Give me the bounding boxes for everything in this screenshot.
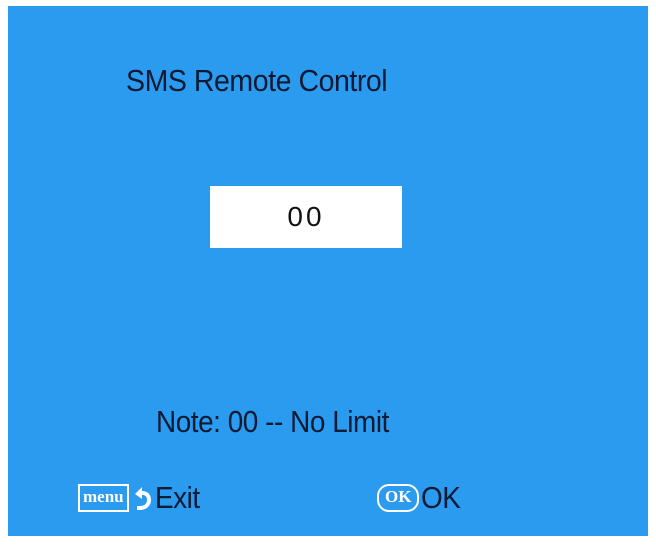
note-text: Note: 00 -- No Limit — [156, 404, 389, 439]
sms-remote-control-screen: SMS Remote Control 00 Note: 00 -- No Lim… — [8, 6, 648, 536]
exit-label: Exit — [154, 480, 200, 515]
ok-hint[interactable]: OK OK — [377, 480, 465, 516]
ok-label: OK — [421, 480, 461, 515]
exit-hint[interactable]: menu Exit — [78, 480, 204, 516]
menu-key-icon: menu — [78, 484, 129, 512]
value-text: 00 — [287, 201, 325, 232]
back-arrow-icon — [131, 484, 153, 512]
value-field[interactable]: 00 — [210, 186, 402, 248]
page-title: SMS Remote Control — [126, 63, 388, 98]
ok-key-icon: OK — [377, 484, 420, 512]
